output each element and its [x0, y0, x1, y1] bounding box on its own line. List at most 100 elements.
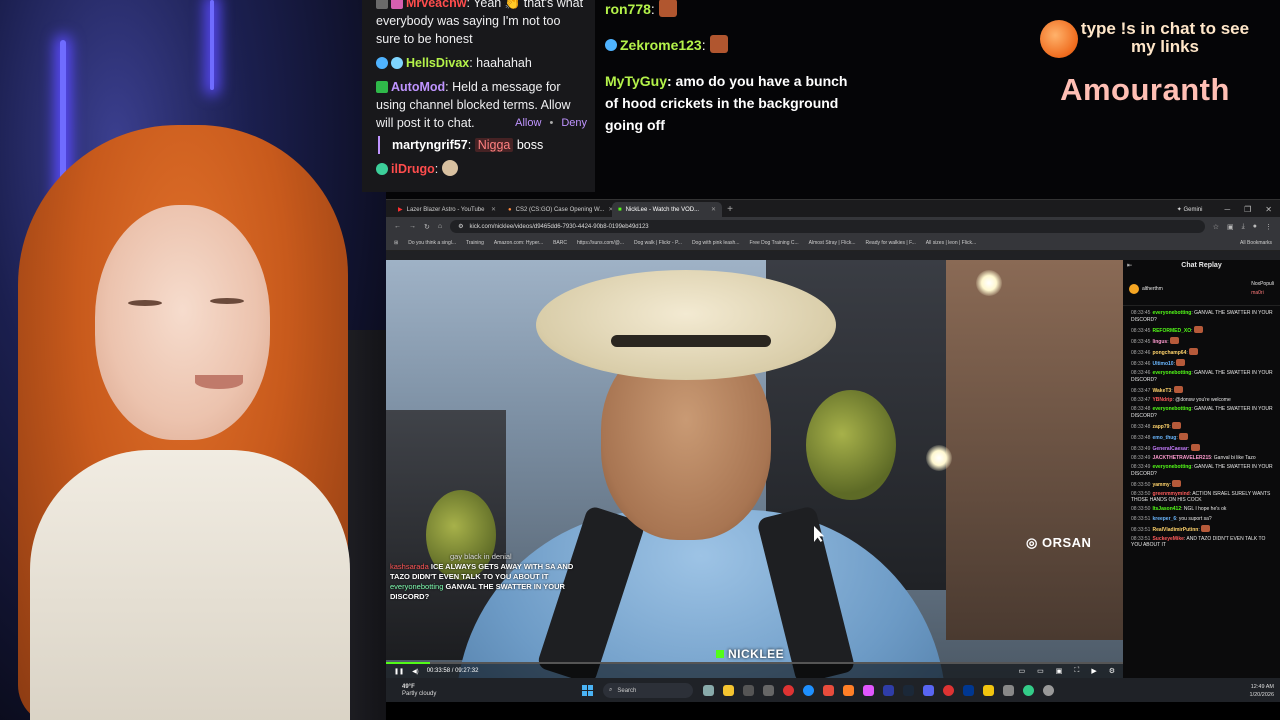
chat-username[interactable]: Mrveachw: [406, 0, 466, 10]
chat-username[interactable]: everyonebotting: [1152, 464, 1191, 470]
bookmark-star-icon[interactable]: ☆: [1213, 223, 1219, 231]
tab-youtube[interactable]: ▶ Lazer Blazer Astro - YouTube ✕: [392, 202, 502, 217]
firefox-icon[interactable]: [843, 685, 854, 696]
bookmark-item[interactable]: Do you think a singl...: [408, 240, 456, 246]
close-icon[interactable]: ✕: [491, 206, 496, 213]
pinned-user[interactable]: NoxPopuli: [1251, 281, 1274, 288]
clip-icon[interactable]: ▭: [1019, 667, 1026, 675]
chat-username[interactable]: REFORMED_XO: [1152, 328, 1191, 334]
chat-username[interactable]: emo_thug: [1152, 435, 1176, 441]
chat-username[interactable]: everyonebotting: [1152, 406, 1191, 412]
system-clock[interactable]: 12:49 AM 1/20/2026: [1250, 683, 1274, 699]
chat-username[interactable]: JACKTHETRAVELER215: [1152, 455, 1211, 461]
bookmark-item[interactable]: Training: [466, 240, 484, 246]
menu-icon[interactable]: ⋮: [1265, 223, 1272, 231]
url-field[interactable]: ⚙ kick.com/nicklee/videos/d9465dd6-7930-4…: [450, 220, 1205, 233]
chat-username[interactable]: pongchamp64: [1152, 350, 1186, 356]
allow-button[interactable]: Allow: [515, 117, 541, 129]
chat-username[interactable]: YBNdrip: [1152, 397, 1172, 403]
window-close-button[interactable]: ✕: [1265, 205, 1272, 214]
download-icon[interactable]: ⤓: [1242, 223, 1245, 231]
bookmark-item[interactable]: Dog walk | Flickr - P...: [634, 240, 682, 246]
chat-username[interactable]: Ultimo10: [1152, 361, 1173, 367]
play-next-icon[interactable]: ▶: [1091, 667, 1096, 675]
pip-icon[interactable]: ▣: [1056, 667, 1063, 675]
chrome-icon[interactable]: [943, 685, 954, 696]
maximize-button[interactable]: ❐: [1244, 205, 1251, 214]
app-icon[interactable]: [883, 685, 894, 696]
chat-username[interactable]: everyonebotting: [1152, 310, 1191, 316]
deny-button[interactable]: Deny: [561, 117, 587, 129]
tab-cs2[interactable]: ● CS2 (CS:GO) Case Opening W... ✕: [502, 202, 612, 217]
fullscreen-icon[interactable]: ⛶: [1074, 667, 1079, 675]
pinned-user[interactable]: ma0ri: [1251, 290, 1274, 297]
forward-icon[interactable]: →: [409, 223, 416, 230]
bookmark-item[interactable]: Dog with pink leash...: [692, 240, 740, 246]
bookmark-item[interactable]: Almost Stray | Flick...: [809, 240, 856, 246]
chat-username[interactable]: ItsJason412: [1152, 506, 1181, 512]
steam-icon[interactable]: [903, 685, 914, 696]
chat-username[interactable]: zapp79: [1152, 424, 1169, 430]
settings-icon[interactable]: ⚙: [1109, 667, 1115, 675]
weather-widget[interactable]: 49°F Partly cloudy: [392, 684, 582, 698]
app-icon[interactable]: [863, 685, 874, 696]
chat-username[interactable]: martyngrif57: [392, 138, 468, 152]
extensions-icon[interactable]: ▣: [1227, 223, 1234, 231]
bookmark-item[interactable]: All sizes | leon | Flick...: [926, 240, 976, 246]
app-icon[interactable]: [763, 685, 774, 696]
chat-username[interactable]: WakeT3: [1152, 388, 1171, 394]
vod-chat-line: everyonebotting GANVAL THE SWATTER IN YO…: [390, 582, 590, 602]
chrome-icon[interactable]: [783, 685, 794, 696]
chat-username[interactable]: everyonebotting: [1152, 370, 1191, 376]
reload-icon[interactable]: ↻: [424, 223, 430, 231]
bookmark-item[interactable]: https://suns.com/@...: [577, 240, 624, 246]
taskbar-search[interactable]: ⌕ Search: [603, 683, 693, 698]
site-info-icon[interactable]: ⚙: [458, 223, 463, 230]
chat-username[interactable]: MyTyGuy: [605, 73, 667, 89]
app-icon[interactable]: [743, 685, 754, 696]
collapse-icon[interactable]: ⇤: [1127, 263, 1132, 270]
gemini-button[interactable]: ✦ Gemini: [1177, 206, 1203, 213]
chat-replay-row: 08:33:48 emo_thug:: [1131, 432, 1274, 442]
windows-start-icon[interactable]: [582, 685, 593, 696]
bookmark-item[interactable]: Amazon.com: Hyper...: [494, 240, 543, 246]
settings-icon[interactable]: [1043, 685, 1054, 696]
volume-icon[interactable]: ◀): [412, 668, 419, 675]
bookmark-item[interactable]: BARC: [553, 240, 567, 246]
app-icon[interactable]: [1003, 685, 1014, 696]
file-explorer-icon[interactable]: [723, 685, 734, 696]
edge-icon[interactable]: [803, 685, 814, 696]
pinned-user[interactable]: altherthm: [1142, 286, 1163, 293]
tab-kick[interactable]: ■ NickLee - Watch the VOD... ✕: [612, 202, 722, 217]
chat-username[interactable]: RealVladimirPutinn: [1152, 527, 1198, 533]
minimize-button[interactable]: ─: [1224, 205, 1230, 214]
theater-icon[interactable]: ▭: [1037, 667, 1044, 675]
video-player[interactable]: ◎ ORSAN gay black in denial kashsarada I…: [386, 260, 1123, 678]
app-icon[interactable]: [983, 685, 994, 696]
playstation-icon[interactable]: [963, 685, 974, 696]
close-icon[interactable]: ✕: [711, 206, 716, 213]
all-bookmarks[interactable]: All Bookmarks: [1240, 240, 1272, 246]
bookmark-item[interactable]: Free Dog Training C...: [749, 240, 798, 246]
app-icon[interactable]: [823, 685, 834, 696]
profile-icon[interactable]: ●: [1253, 223, 1257, 230]
chat-username[interactable]: GeneralCaesar: [1152, 446, 1187, 452]
chat-username[interactable]: HellsDivax: [406, 56, 469, 70]
chat-username[interactable]: Zekrome123: [620, 37, 702, 53]
discord-icon[interactable]: [923, 685, 934, 696]
chat-username[interactable]: ilDrugo: [391, 162, 435, 176]
chat-username[interactable]: greenmmymind: [1152, 491, 1189, 497]
bookmark-item[interactable]: Ready for walkies | F...: [866, 240, 916, 246]
back-icon[interactable]: ←: [394, 223, 401, 230]
chat-username[interactable]: kreeper_6: [1152, 516, 1176, 522]
home-icon[interactable]: ⌂: [438, 223, 442, 230]
task-view-icon[interactable]: [703, 685, 714, 696]
pause-icon[interactable]: ❚❚: [394, 668, 404, 675]
chat-username[interactable]: yammy: [1152, 482, 1169, 488]
new-tab-button[interactable]: +: [722, 202, 738, 217]
chat-username[interactable]: SuckeyeMike: [1152, 536, 1183, 542]
chat-username[interactable]: lingus: [1152, 339, 1167, 345]
chat-username[interactable]: ron778: [605, 1, 651, 17]
apps-icon[interactable]: ⊞: [394, 240, 398, 246]
app-icon[interactable]: [1023, 685, 1034, 696]
